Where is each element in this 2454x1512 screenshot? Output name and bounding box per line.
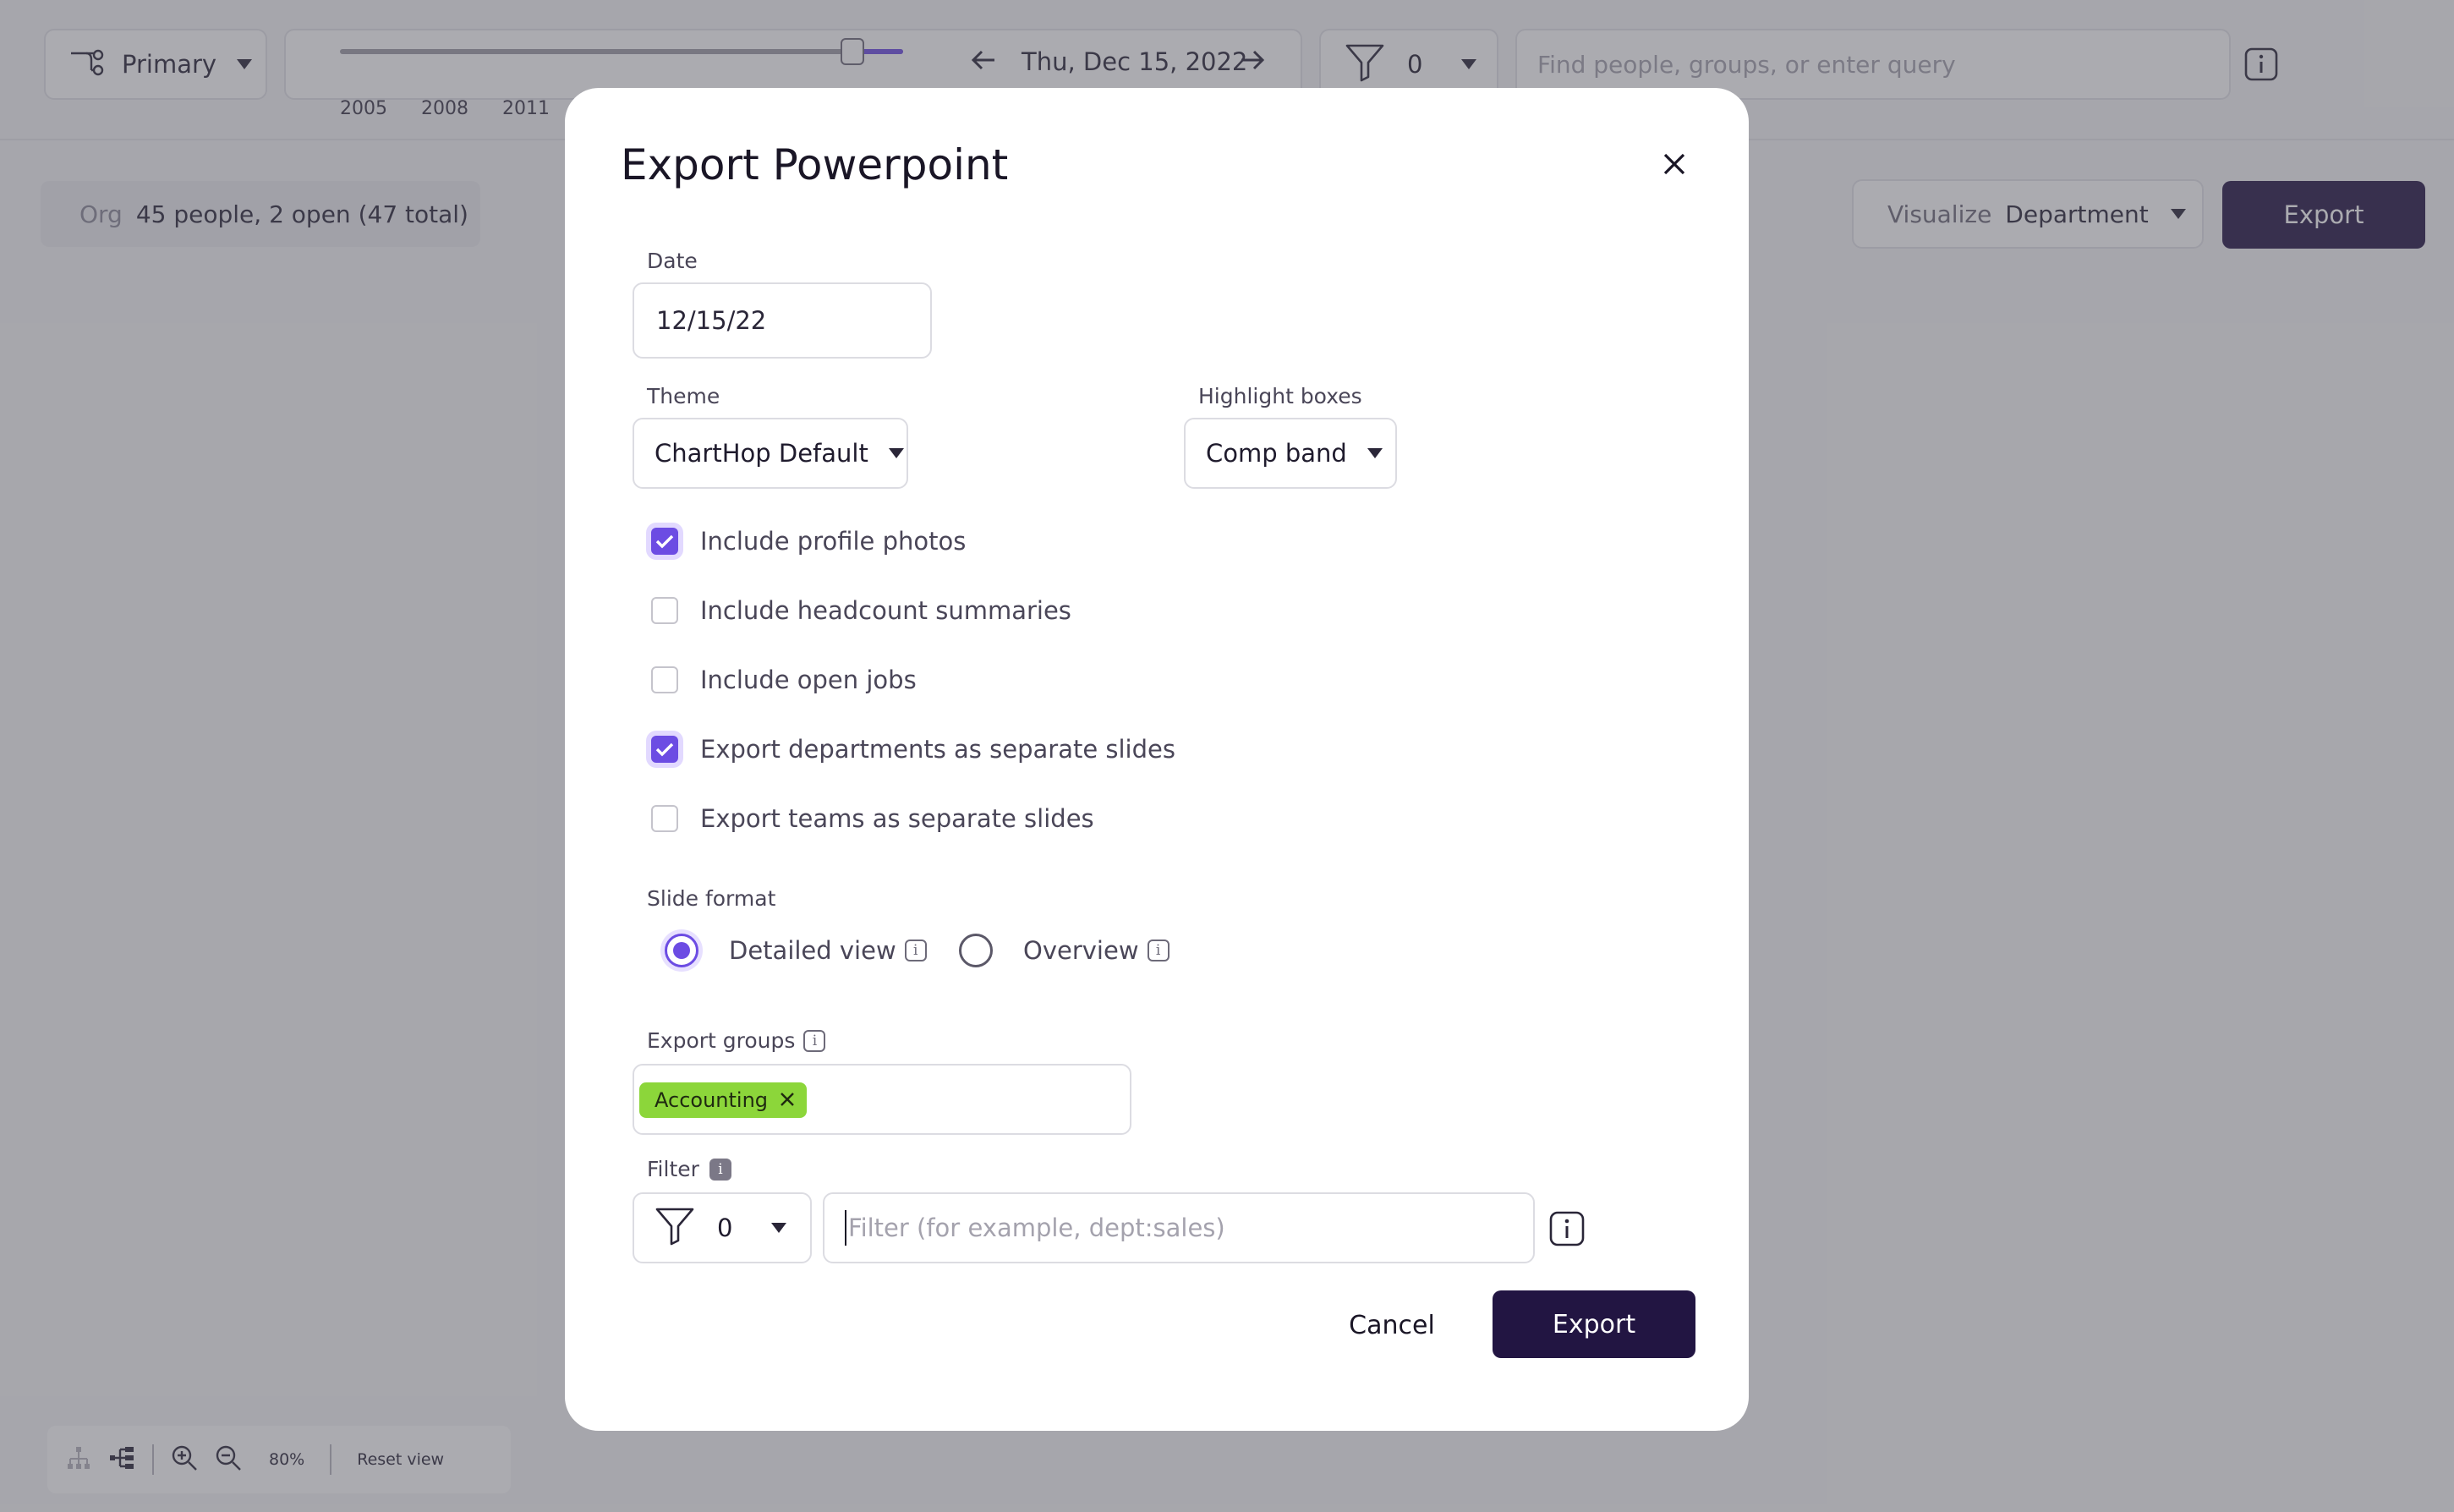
filter-icon bbox=[655, 1207, 695, 1249]
theme-value: ChartHop Default bbox=[655, 439, 868, 468]
export-groups-label-row: Export groups i bbox=[647, 1028, 826, 1053]
info-icon[interactable]: i bbox=[904, 940, 927, 961]
radio-button[interactable] bbox=[959, 934, 993, 967]
option-label: Include open jobs bbox=[700, 666, 917, 694]
radio-label: Overview bbox=[1023, 936, 1139, 965]
slide-format-detailed[interactable]: Detailed view i bbox=[665, 934, 927, 967]
chevron-down-icon bbox=[888, 448, 904, 458]
option-departments-slides[interactable]: Export departments as separate slides bbox=[651, 728, 1175, 770]
export-powerpoint-dialog: Export Powerpoint Date 12/15/22 Theme Ch… bbox=[565, 88, 1749, 1431]
filter-placeholder: Filter (for example, dept:sales) bbox=[848, 1213, 1225, 1242]
theme-label: Theme bbox=[647, 384, 720, 408]
filter-dropdown[interactable]: 0 bbox=[633, 1192, 812, 1263]
check-icon bbox=[655, 742, 674, 757]
highlight-value: Comp band bbox=[1206, 439, 1347, 468]
chevron-down-icon bbox=[771, 1223, 787, 1233]
radio-label: Detailed view bbox=[729, 936, 896, 965]
radio-button[interactable] bbox=[665, 934, 698, 967]
date-value: 12/15/22 bbox=[656, 306, 767, 335]
filter-count: 0 bbox=[717, 1213, 733, 1242]
checkbox[interactable] bbox=[651, 666, 678, 693]
export-groups-label: Export groups bbox=[647, 1028, 796, 1053]
slide-format-label: Slide format bbox=[647, 886, 776, 911]
remove-tag-icon[interactable] bbox=[780, 1088, 795, 1112]
option-headcount-summaries[interactable]: Include headcount summaries bbox=[651, 589, 1071, 632]
cancel-button[interactable]: Cancel bbox=[1316, 1292, 1468, 1358]
highlight-label: Highlight boxes bbox=[1198, 384, 1362, 408]
filter-help-icon[interactable] bbox=[1549, 1211, 1585, 1250]
close-icon bbox=[1662, 152, 1686, 179]
option-teams-slides[interactable]: Export teams as separate slides bbox=[651, 797, 1094, 840]
filter-query-input[interactable]: Filter (for example, dept:sales) bbox=[823, 1192, 1535, 1263]
group-tag: Accounting bbox=[639, 1082, 808, 1118]
option-label: Include headcount summaries bbox=[700, 596, 1071, 625]
highlight-select[interactable]: Comp band bbox=[1184, 418, 1397, 489]
filter-label-row: Filter i bbox=[647, 1157, 731, 1181]
option-label: Export departments as separate slides bbox=[700, 735, 1175, 764]
filter-label: Filter bbox=[647, 1157, 699, 1181]
info-icon[interactable]: i bbox=[709, 1158, 731, 1181]
info-icon[interactable]: i bbox=[803, 1029, 826, 1052]
option-open-jobs[interactable]: Include open jobs bbox=[651, 659, 917, 701]
option-label: Include profile photos bbox=[700, 527, 967, 556]
date-input[interactable]: 12/15/22 bbox=[633, 282, 932, 359]
option-label: Export teams as separate slides bbox=[700, 804, 1094, 833]
theme-select[interactable]: ChartHop Default bbox=[633, 418, 908, 489]
check-icon bbox=[655, 534, 674, 549]
date-label: Date bbox=[647, 249, 698, 273]
text-cursor bbox=[845, 1210, 846, 1246]
chevron-down-icon bbox=[1367, 448, 1383, 458]
group-tag-label: Accounting bbox=[655, 1088, 769, 1112]
checkbox[interactable] bbox=[651, 528, 678, 555]
slide-format-overview[interactable]: Overview i bbox=[959, 934, 1169, 967]
export-button[interactable]: Export bbox=[1493, 1290, 1695, 1358]
checkbox[interactable] bbox=[651, 597, 678, 624]
checkbox[interactable] bbox=[651, 805, 678, 832]
info-icon[interactable]: i bbox=[1147, 940, 1169, 961]
checkbox[interactable] bbox=[651, 736, 678, 763]
dialog-title: Export Powerpoint bbox=[621, 140, 1009, 189]
option-profile-photos[interactable]: Include profile photos bbox=[651, 520, 966, 562]
close-button[interactable] bbox=[1656, 147, 1693, 184]
